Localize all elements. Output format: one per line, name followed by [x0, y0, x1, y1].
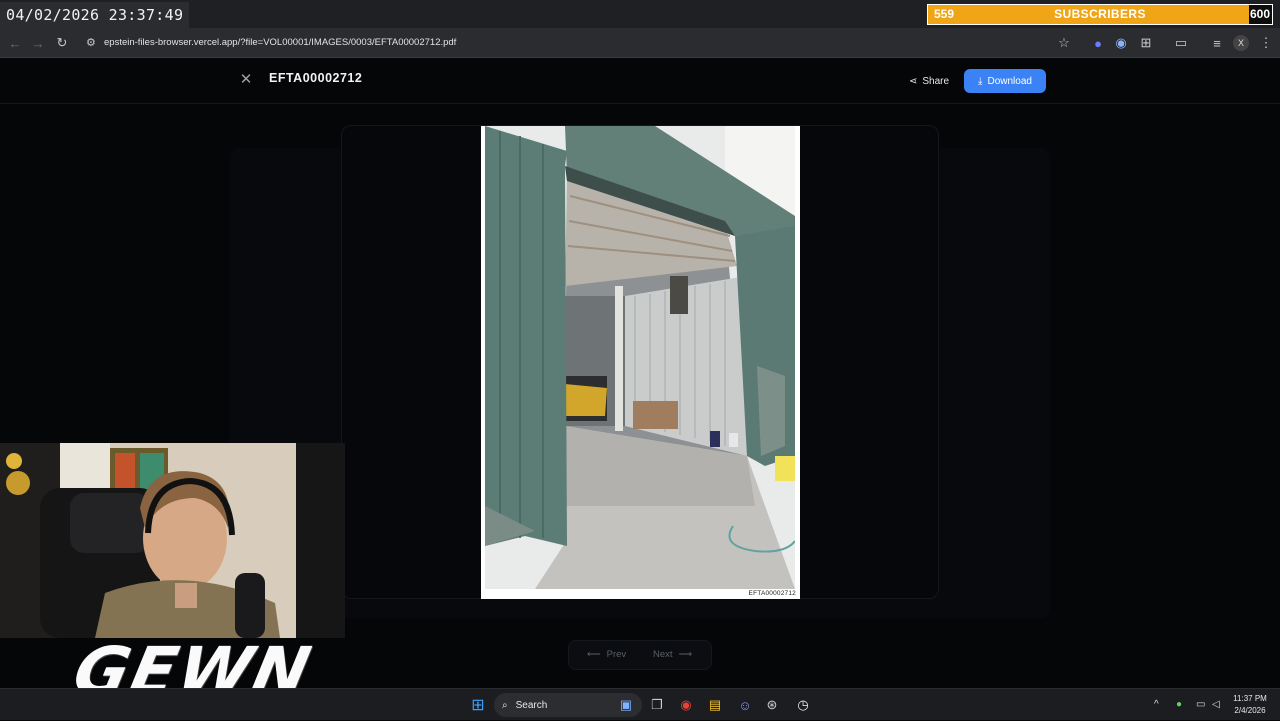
next-label: Next: [653, 649, 673, 660]
subscriber-goal-bar: 559 SUBSCRIBERS 600: [927, 4, 1273, 25]
address-url[interactable]: epstein-files-browser.vercel.app/?file=V…: [104, 31, 456, 55]
volume-icon[interactable]: ◁: [1212, 689, 1220, 721]
profile-avatar[interactable]: X: [1233, 35, 1249, 51]
back-icon[interactable]: ←: [3, 28, 27, 58]
share-icon: ⋖: [908, 75, 918, 87]
extensions-puzzle-icon[interactable]: ⊞: [1134, 28, 1158, 58]
download-label: Download: [987, 75, 1032, 87]
close-icon[interactable]: ✕: [236, 70, 256, 90]
search-label: Search: [515, 699, 548, 711]
read-aloud-icon[interactable]: ◉: [1109, 28, 1133, 58]
widgets-icon[interactable]: ▣: [614, 693, 638, 717]
tray-time: 11:37 PM: [1233, 694, 1267, 703]
cast-icon[interactable]: ▭: [1169, 28, 1193, 58]
reload-icon[interactable]: ↻: [50, 28, 74, 58]
tray-date: 2/4/2026: [1234, 706, 1266, 715]
download-icon: ⤓: [978, 75, 983, 87]
browser-toolbar: ← → ↻ ⚙ epstein-files-browser.vercel.app…: [0, 28, 1280, 58]
share-label: Share: [922, 75, 950, 87]
tray-clock[interactable]: 11:37 PM 2/4/2026: [1228, 693, 1272, 717]
stream-clock: 04/02/2026 23:37:49: [0, 2, 190, 28]
browser-menu-icon[interactable]: ⋮: [1254, 28, 1278, 58]
arrow-right-icon: ⟶: [678, 649, 693, 660]
document-title: EFTA00002712: [269, 71, 363, 85]
share-button[interactable]: ⋖ Share: [900, 69, 958, 93]
subscriber-goal: 600: [1249, 7, 1270, 21]
warehouse-photo: [485, 126, 795, 589]
discord-icon[interactable]: ☺: [733, 693, 757, 717]
webcam-overlay: [0, 443, 345, 638]
download-button[interactable]: ⤓ Download: [964, 69, 1046, 93]
prev-label: Prev: [606, 649, 627, 660]
bookmark-star-icon[interactable]: ☆: [1052, 28, 1076, 58]
microphone-icon[interactable]: ●: [1176, 689, 1182, 721]
tray-overflow-icon[interactable]: ^: [1154, 689, 1159, 721]
viewer-header: ✕ EFTA00002712 ⋖ Share ⤓ Download: [0, 58, 1280, 104]
network-icon[interactable]: ▭: [1196, 689, 1205, 721]
next-button[interactable]: Next ⟶: [653, 641, 692, 669]
chrome-icon[interactable]: ◉: [674, 693, 698, 717]
browser-tab-strip: 04/02/2026 23:37:49 559 SUBSCRIBERS 600: [0, 0, 1280, 28]
prev-button[interactable]: ⟵ Prev: [587, 641, 626, 669]
clock-app-icon[interactable]: ◷: [791, 693, 815, 717]
file-explorer-icon[interactable]: ▤: [703, 693, 727, 717]
search-icon: ⌕: [502, 699, 508, 711]
subscriber-label: SUBSCRIBERS: [1054, 7, 1146, 21]
media-controls-icon[interactable]: ≡: [1205, 28, 1229, 58]
site-info-icon[interactable]: ⚙: [86, 31, 96, 55]
windows-start-icon[interactable]: ⊞: [466, 693, 490, 717]
forward-icon[interactable]: →: [26, 28, 50, 58]
address-bar[interactable]: ⚙ epstein-files-browser.vercel.app/?file…: [80, 31, 1080, 55]
document-stamp: EFTA00002712: [748, 590, 796, 597]
pagination: ⟵ Prev Next ⟶: [568, 640, 712, 670]
task-view-icon[interactable]: ❐: [645, 693, 669, 717]
extension-icon[interactable]: ●: [1086, 28, 1110, 58]
arrow-left-icon: ⟵: [587, 649, 601, 660]
windows-taskbar: ⊞ ⌕ Search ▣ ❐ ◉ ▤ ☺ ⊛ ◷ ^ ● ▭ ◁ 11:37 P…: [0, 688, 1280, 720]
document-viewer: EFTA00002712: [341, 125, 939, 599]
document-page: EFTA00002712: [481, 126, 800, 599]
steam-icon[interactable]: ⊛: [760, 693, 784, 717]
